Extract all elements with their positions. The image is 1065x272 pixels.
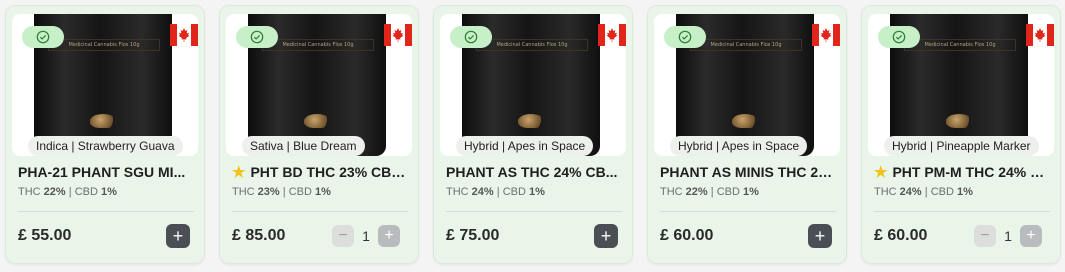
available-check-icon [236,26,278,48]
cbd-label: CBD [930,186,954,198]
quantity-stepper: − 1 + [974,224,1042,248]
thc-label: THC [660,186,683,198]
product-title[interactable]: ★ PHT BD THC 23% CBD... [232,164,408,180]
cbd-value: 1% [314,186,331,198]
price: £ 55.00 [18,227,72,244]
bag-label: Medicinal Cannabis Flos 10g [904,39,1016,51]
potency-info: THC 22% | CBD 1% [18,186,117,198]
separator: | [282,186,286,198]
increase-quantity-button[interactable]: + [378,225,400,247]
available-check-icon [664,26,706,48]
thc-label: THC [232,186,255,198]
potency-info: THC 24% | CBD 1% [446,186,545,198]
thc-value: 22% [43,186,66,198]
divider [18,211,194,212]
product-row: Medicinal Cannabis Flos 10g Indica | Str… [0,0,1065,272]
add-to-cart-button[interactable]: + [594,224,618,248]
canada-flag-icon [170,24,198,46]
price: £ 85.00 [232,227,286,244]
product-card[interactable]: Medicinal Cannabis Flos 10g Sativa | Blu… [219,5,419,264]
product-title-text[interactable]: PHANT AS MINIS THC 22... [660,164,836,180]
quantity-value: 1 [362,228,370,244]
product-title[interactable]: PHANT AS MINIS THC 22... [660,164,836,180]
thc-value: 22% [685,186,708,198]
increase-quantity-button[interactable]: + [1020,225,1042,247]
separator: | [496,186,500,198]
available-check-icon [450,26,492,48]
cbd-label: CBD [502,186,526,198]
cbd-value: 1% [956,186,973,198]
strain-tag: Hybrid | Pineapple Marker [884,136,1039,156]
thc-value: 24% [471,186,494,198]
divider [874,211,1050,212]
cbd-value: 1% [528,186,545,198]
product-title-text[interactable]: PHT PM-M THC 24% C... [892,164,1050,180]
canada-flag-icon [1026,24,1054,46]
product-title-text[interactable]: PHT BD THC 23% CBD... [250,164,408,180]
available-check-icon [878,26,920,48]
strain-tag: Sativa | Blue Dream [242,136,365,156]
price: £ 75.00 [446,227,500,244]
divider [446,211,622,212]
quantity-stepper: − 1 + [332,224,400,248]
bag-emblem [518,114,544,128]
add-to-cart-button[interactable]: + [166,224,190,248]
product-image-area[interactable]: Medicinal Cannabis Flos 10g Hybrid | Ape… [654,14,840,156]
product-card[interactable]: Medicinal Cannabis Flos 10g Hybrid | Ape… [433,5,633,264]
bag-emblem [304,114,330,128]
thc-value: 23% [257,186,280,198]
product-title-text[interactable]: PHA-21 PHANT SGU MI... [18,164,185,180]
product-card[interactable]: Medicinal Cannabis Flos 10g Indica | Str… [5,5,205,264]
product-image-area[interactable]: Medicinal Cannabis Flos 10g Hybrid | Pin… [868,14,1054,156]
cbd-label: CBD [716,186,740,198]
bag-emblem [90,114,116,128]
potency-info: THC 23% | CBD 1% [232,186,331,198]
cbd-label: CBD [288,186,312,198]
product-image-area[interactable]: Medicinal Cannabis Flos 10g Indica | Str… [12,14,198,156]
potency-info: THC 24% | CBD 1% [874,186,973,198]
strain-tag: Hybrid | Apes in Space [456,136,594,156]
cbd-value: 1% [100,186,117,198]
product-card[interactable]: Medicinal Cannabis Flos 10g Hybrid | Ape… [647,5,847,264]
strain-tag: Hybrid | Apes in Space [670,136,808,156]
canada-flag-icon [384,24,412,46]
product-card[interactable]: Medicinal Cannabis Flos 10g Hybrid | Pin… [861,5,1061,264]
product-title[interactable]: PHA-21 PHANT SGU MI... [18,164,194,180]
quantity-value: 1 [1004,228,1012,244]
bag-label: Medicinal Cannabis Flos 10g [262,39,374,51]
separator: | [710,186,714,198]
product-title[interactable]: PHANT AS THC 24% CB... [446,164,622,180]
price: £ 60.00 [874,227,928,244]
thc-label: THC [18,186,41,198]
bag-label: Medicinal Cannabis Flos 10g [48,39,160,51]
separator: | [924,186,928,198]
potency-info: THC 22% | CBD 1% [660,186,759,198]
bag-label: Medicinal Cannabis Flos 10g [476,39,588,51]
canada-flag-icon [812,24,840,46]
price: £ 60.00 [660,227,714,244]
bag-label: Medicinal Cannabis Flos 10g [690,39,802,51]
separator: | [68,186,72,198]
cbd-label: CBD [74,186,98,198]
thc-label: THC [874,186,897,198]
star-icon: ★ [232,164,246,180]
product-title[interactable]: ★ PHT PM-M THC 24% C... [874,164,1050,180]
thc-value: 24% [899,186,922,198]
add-to-cart-button[interactable]: + [808,224,832,248]
product-image-area[interactable]: Medicinal Cannabis Flos 10g Hybrid | Ape… [440,14,626,156]
available-check-icon [22,26,64,48]
product-title-text[interactable]: PHANT AS THC 24% CB... [446,164,617,180]
decrease-quantity-button[interactable]: − [974,225,996,247]
strain-tag: Indica | Strawberry Guava [28,136,183,156]
product-image-area[interactable]: Medicinal Cannabis Flos 10g Sativa | Blu… [226,14,412,156]
bag-emblem [946,114,972,128]
cbd-value: 1% [742,186,759,198]
thc-label: THC [446,186,469,198]
bag-emblem [732,114,758,128]
canada-flag-icon [598,24,626,46]
divider [660,211,836,212]
decrease-quantity-button[interactable]: − [332,225,354,247]
star-icon: ★ [874,164,888,180]
divider [232,211,408,212]
